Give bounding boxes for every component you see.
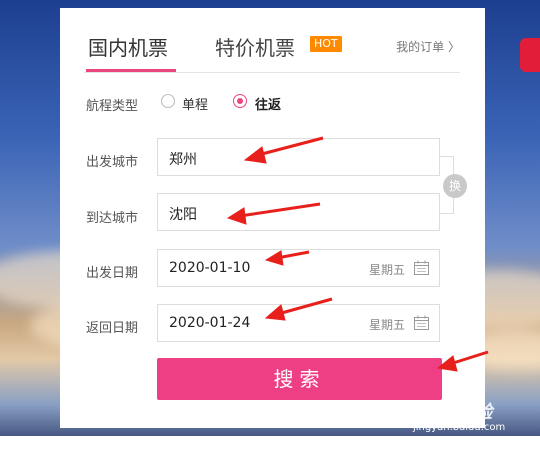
tab-domestic-flights[interactable]: 国内机票: [88, 32, 168, 61]
from-city-label: 出发城市: [86, 155, 139, 170]
depart-date-input[interactable]: 2020-01-10 星期五: [157, 249, 440, 287]
return-date-input[interactable]: 2020-01-24 星期五: [157, 304, 440, 342]
swap-icon[interactable]: 换: [443, 174, 467, 198]
brand-logo-fragment: [520, 38, 540, 72]
from-city-value: 郑州: [169, 152, 197, 168]
calendar-icon[interactable]: [414, 315, 429, 330]
depart-date-label: 出发日期: [86, 266, 139, 281]
from-city-input[interactable]: 郑州: [157, 138, 440, 176]
to-city-input[interactable]: 沈阳: [157, 193, 440, 231]
to-city-label: 到达城市: [86, 211, 139, 226]
hot-badge: HOT: [310, 36, 342, 52]
tab-divider: [84, 72, 460, 73]
search-button[interactable]: 搜索: [157, 358, 442, 400]
radio-round-trip[interactable]: [233, 94, 247, 108]
flight-search-panel: 国内机票 特价机票 HOT 我的订单 〉 航程类型 单程 往返 出发城市 郑州 …: [60, 8, 485, 428]
radio-one-way[interactable]: [161, 94, 175, 108]
calendar-icon[interactable]: [414, 260, 429, 275]
return-date-label: 返回日期: [86, 321, 139, 336]
bottom-strip: [0, 436, 540, 449]
tab-special-fares[interactable]: 特价机票: [215, 32, 295, 61]
depart-weekday: 星期五: [368, 263, 405, 277]
watermark-logo: Bai 经验: [418, 402, 493, 423]
to-city-value: 沈阳: [169, 207, 197, 223]
one-way-label[interactable]: 单程: [182, 94, 208, 113]
depart-date-value: 2020-01-10: [169, 260, 251, 276]
trip-type-label: 航程类型: [86, 99, 139, 114]
watermark-url: jingyan.baidu.com: [413, 422, 506, 433]
my-orders-link[interactable]: 我的订单 〉: [396, 38, 460, 55]
return-weekday: 星期五: [368, 318, 405, 332]
round-trip-label[interactable]: 往返: [255, 94, 281, 113]
return-date-value: 2020-01-24: [169, 315, 251, 331]
